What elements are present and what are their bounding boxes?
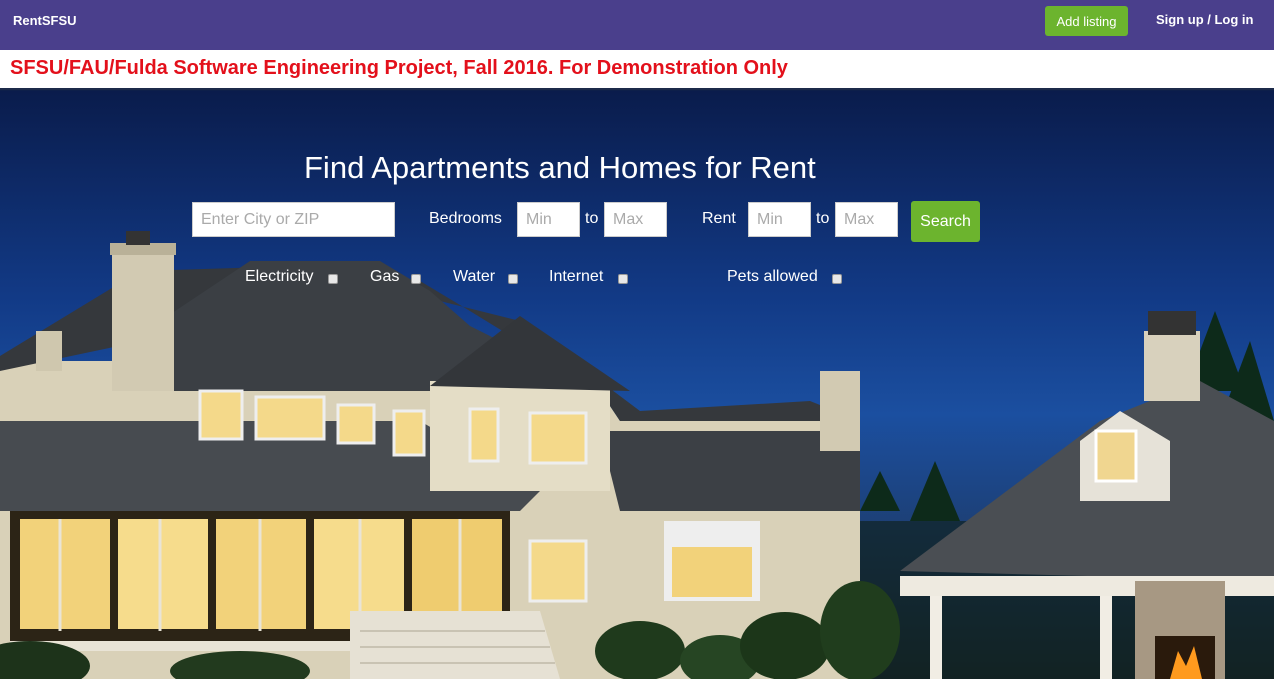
rent-to-label: to: [816, 210, 830, 227]
gas-label: Gas: [370, 268, 400, 285]
location-search-input[interactable]: [192, 202, 395, 237]
signin-login-link[interactable]: Sign up / Log in: [1156, 12, 1253, 27]
demo-banner: SFSU/FAU/Fulda Software Engineering Proj…: [0, 50, 1274, 90]
pets-allowed-checkbox[interactable]: [832, 274, 842, 284]
bedrooms-to-label: to: [585, 210, 599, 227]
pets-allowed-label: Pets allowed: [727, 268, 818, 285]
electricity-label: Electricity: [245, 268, 314, 285]
internet-checkbox[interactable]: [618, 274, 628, 284]
water-label: Water: [453, 268, 496, 285]
hero-section: Find Apartments and Homes for Rent Bedro…: [0, 91, 1274, 679]
water-checkbox[interactable]: [508, 274, 518, 284]
brand-logo[interactable]: RentSFSU: [13, 13, 77, 28]
bedrooms-label: Bedrooms: [429, 210, 502, 227]
hero-title: Find Apartments and Homes for Rent: [304, 150, 816, 185]
rent-min-input[interactable]: [748, 202, 811, 237]
search-button[interactable]: Search: [911, 201, 980, 242]
add-listing-button[interactable]: Add listing: [1045, 6, 1128, 36]
electricity-checkbox[interactable]: [328, 274, 338, 284]
bedrooms-min-input[interactable]: [517, 202, 580, 237]
gas-checkbox[interactable]: [411, 274, 421, 284]
bedrooms-max-input[interactable]: [604, 202, 667, 237]
rent-max-input[interactable]: [835, 202, 898, 237]
demo-banner-text: SFSU/FAU/Fulda Software Engineering Proj…: [10, 57, 788, 79]
internet-label: Internet: [549, 268, 604, 285]
top-navbar: RentSFSU Add listing Sign up / Log in: [0, 0, 1274, 50]
rent-label: Rent: [702, 210, 736, 227]
